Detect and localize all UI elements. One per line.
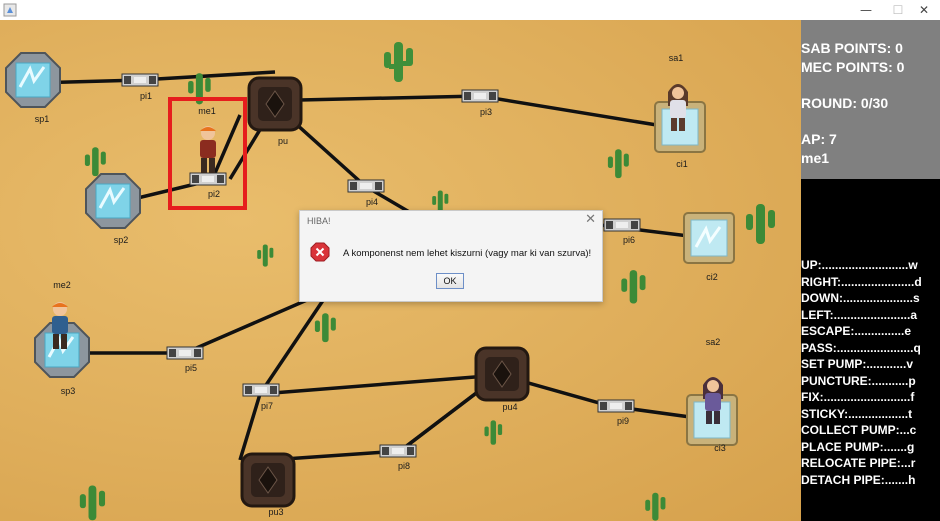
pipe-pi9-icon[interactable] bbox=[597, 399, 635, 413]
source-label: sp2 bbox=[113, 235, 129, 245]
cactus-icon bbox=[607, 149, 629, 179]
control-relocate-pipe: RELOCATE PIPE:...r bbox=[801, 456, 916, 470]
cactus-icon bbox=[79, 485, 106, 521]
player-label: sa2 bbox=[705, 337, 721, 347]
cactus-icon bbox=[645, 492, 666, 521]
cistern-label: ci3 bbox=[714, 443, 726, 453]
error-dialog: HIBA! ✕ A komponenst nem lehet kiszurni … bbox=[299, 210, 603, 302]
dialog-message: A komponenst nem lehet kiszurni (vagy ma… bbox=[343, 248, 592, 259]
control-set-pump: SET PUMP:............v bbox=[801, 357, 914, 371]
cistern-label: ci1 bbox=[676, 159, 688, 169]
control-sticky: STICKY:..................t bbox=[801, 407, 913, 421]
pump-pu4-icon[interactable] bbox=[473, 345, 531, 403]
pipe-label: pi1 bbox=[139, 91, 153, 101]
pump-pu3-icon[interactable] bbox=[239, 451, 297, 509]
pipe-pi6-icon[interactable] bbox=[603, 218, 641, 232]
dialog-title: HIBA! bbox=[307, 216, 331, 226]
window-close-button[interactable]: ✕ bbox=[910, 2, 938, 18]
cactus-icon bbox=[746, 204, 775, 244]
mechanic-me2-icon[interactable] bbox=[42, 299, 78, 353]
action-points: AP: 7 bbox=[801, 131, 837, 147]
pipe-pi3-icon[interactable] bbox=[461, 89, 499, 103]
cactus-icon bbox=[484, 420, 503, 445]
mec-points: MEC POINTS: 0 bbox=[801, 59, 905, 75]
source-label: sp1 bbox=[34, 114, 50, 124]
control-collect-pump: COLLECT PUMP:...c bbox=[801, 423, 917, 437]
source-label: sp3 bbox=[60, 386, 76, 396]
minimize-button[interactable]: — bbox=[852, 2, 880, 18]
pipe-label: pi6 bbox=[622, 235, 636, 245]
cistern-label: ci2 bbox=[706, 272, 718, 282]
controls-panel: UP:..........................w RIGHT:...… bbox=[801, 179, 940, 521]
cactus-icon bbox=[384, 42, 413, 82]
ok-button[interactable]: OK bbox=[436, 273, 464, 289]
control-escape: ESCAPE:...............e bbox=[801, 324, 912, 338]
cistern-ci2-icon[interactable] bbox=[682, 211, 736, 265]
player-label: sa1 bbox=[668, 53, 684, 63]
pipe-label: pi5 bbox=[184, 363, 198, 373]
control-left: LEFT:.......................a bbox=[801, 308, 918, 322]
round-counter: ROUND: 0/30 bbox=[801, 95, 889, 111]
pump-label: pu bbox=[277, 136, 289, 146]
pipe-label: pi4 bbox=[365, 197, 379, 207]
pipe-label: pi9 bbox=[616, 416, 630, 426]
cactus-icon bbox=[314, 313, 336, 343]
control-pass: PASS:.......................q bbox=[801, 341, 921, 355]
saboteur-sa1-icon[interactable] bbox=[660, 80, 696, 134]
pipe-label: pi8 bbox=[397, 461, 411, 471]
pump-pu1-icon[interactable] bbox=[246, 75, 304, 133]
sab-points: SAB POINTS: 0 bbox=[801, 40, 903, 56]
error-icon bbox=[310, 242, 330, 262]
saboteur-sa2-icon[interactable] bbox=[695, 373, 731, 427]
pump-label: pu4 bbox=[502, 402, 518, 412]
pipe-pi7-icon[interactable] bbox=[242, 383, 280, 397]
pipe-label: pi3 bbox=[479, 107, 493, 117]
pipe-label: pi7 bbox=[260, 401, 274, 411]
source-sp2-icon[interactable] bbox=[84, 172, 142, 230]
pipe-pi1-icon[interactable] bbox=[121, 73, 159, 87]
current-player-name: me1 bbox=[801, 150, 830, 166]
maximize-button[interactable]: ☐ bbox=[884, 2, 912, 18]
control-detach-pipe: DETACH PIPE:.......h bbox=[801, 473, 916, 487]
cactus-icon bbox=[257, 244, 274, 267]
ok-button-label: OK bbox=[443, 276, 457, 286]
control-right: RIGHT:......................d bbox=[801, 275, 922, 289]
pipe-pi5-icon[interactable] bbox=[166, 346, 204, 360]
scoreboard-panel: SAB POINTS: 0 MEC POINTS: 0 ROUND: 0/30 … bbox=[801, 20, 940, 179]
java-app-icon bbox=[3, 3, 17, 17]
player-label: me2 bbox=[53, 280, 71, 290]
source-sp1-icon[interactable] bbox=[4, 51, 62, 109]
control-fix: FIX:..........................f bbox=[801, 390, 915, 404]
current-player-selection bbox=[168, 97, 247, 210]
control-up: UP:..........................w bbox=[801, 258, 918, 272]
pipe-pi4-icon[interactable] bbox=[347, 179, 385, 193]
pump-label: pu3 bbox=[268, 507, 284, 517]
control-place-pump: PLACE PUMP:.......g bbox=[801, 440, 915, 454]
pipe-pi8-icon[interactable] bbox=[379, 444, 417, 458]
dialog-close-button[interactable]: ✕ bbox=[585, 212, 596, 227]
control-puncture: PUNCTURE:...........p bbox=[801, 374, 916, 388]
window-titlebar: — ☐ ✕ bbox=[0, 0, 940, 20]
cactus-icon bbox=[621, 270, 646, 304]
control-down: DOWN:.....................s bbox=[801, 291, 920, 305]
